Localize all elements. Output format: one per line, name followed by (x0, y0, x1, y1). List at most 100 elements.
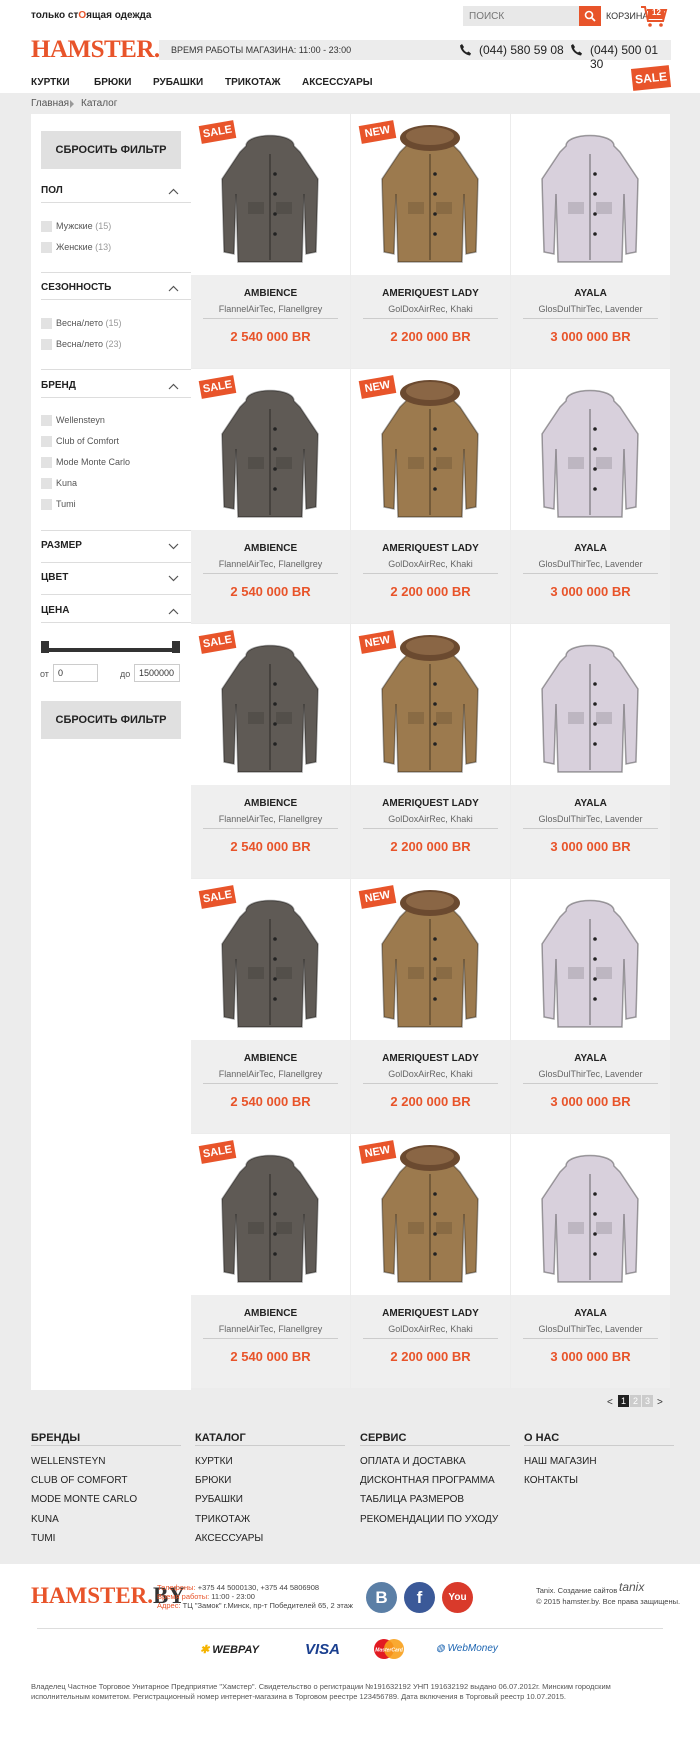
footer-link[interactable]: MODE MONTE CARLO (31, 1494, 137, 1505)
footer-link[interactable]: TUMI (31, 1533, 55, 1544)
price-slider-max-handle[interactable] (172, 641, 180, 653)
product-image-area[interactable] (511, 1134, 670, 1295)
footer-link[interactable]: WELLENSTEYN (31, 1456, 105, 1467)
product-image-area[interactable]: SALE (191, 624, 350, 785)
product-image-area[interactable]: SALE (191, 114, 350, 275)
product-name[interactable]: AMERIQUEST LADY (351, 798, 510, 809)
product-name[interactable]: AMERIQUEST LADY (351, 543, 510, 554)
tanix-logo[interactable]: tanix (619, 1580, 644, 1594)
checkbox[interactable] (41, 415, 52, 426)
jacket-image[interactable] (538, 124, 643, 269)
breadcrumb-home[interactable]: Главная (31, 98, 69, 109)
jacket-image[interactable] (218, 124, 323, 269)
product-card[interactable]: AYALA GlosDulThirTec, Lavender 3 000 000 B… (511, 114, 670, 368)
price-slider-track[interactable] (43, 648, 179, 652)
product-name[interactable]: AYALA (511, 543, 670, 554)
product-card[interactable]: NEW AMERIQUEST LADY GolDoxAirRec, Khaki 2 2… (351, 369, 510, 623)
pagination-prev[interactable]: < (607, 1397, 613, 1408)
product-image-area[interactable]: NEW (351, 1134, 510, 1295)
nav-item-jackets[interactable]: КУРТКИ (31, 77, 70, 88)
phone-1[interactable]: (044) 580 59 08 (460, 43, 564, 57)
price-from-input[interactable] (53, 664, 98, 682)
nav-item-knitwear[interactable]: ТРИКОТАЖ (225, 77, 281, 88)
jacket-image[interactable] (218, 889, 323, 1034)
jacket-image[interactable] (218, 634, 323, 779)
jacket-image[interactable] (538, 379, 643, 524)
product-card[interactable]: AYALA GlosDulThirTec, Lavender 3 000 000 B… (511, 1134, 670, 1388)
checkbox[interactable] (41, 318, 52, 329)
product-name[interactable]: AMERIQUEST LADY (351, 288, 510, 299)
search-button[interactable] (579, 6, 601, 26)
jacket-image[interactable] (378, 1144, 483, 1289)
footer-link[interactable]: ОПЛАТА И ДОСТАВКА (360, 1456, 466, 1467)
product-name[interactable]: AMBIENCE (191, 1308, 350, 1319)
product-name[interactable]: AYALA (511, 798, 670, 809)
product-image-area[interactable]: NEW (351, 369, 510, 530)
pagination-page-1[interactable]: 1 (618, 1395, 629, 1407)
footer-link[interactable]: РЕКОМЕНДАЦИИ ПО УХОДУ (360, 1514, 498, 1525)
footer-link[interactable]: АКСЕССУАРЫ (195, 1533, 263, 1544)
product-card[interactable]: AYALA GlosDulThirTec, Lavender 3 000 000 B… (511, 624, 670, 878)
footer-link[interactable]: РУБАШКИ (195, 1494, 243, 1505)
jacket-image[interactable] (378, 124, 483, 269)
checkbox[interactable] (41, 242, 52, 253)
filter-size-header[interactable]: РАЗМЕР (41, 540, 181, 560)
product-card[interactable]: AYALA GlosDulThirTec, Lavender 3 000 000 B… (511, 369, 670, 623)
footer-link[interactable]: КОНТАКТЫ (524, 1475, 578, 1486)
checkbox[interactable] (41, 339, 52, 350)
product-name[interactable]: AMERIQUEST LADY (351, 1308, 510, 1319)
jacket-image[interactable] (218, 379, 323, 524)
product-image-area[interactable]: NEW (351, 624, 510, 785)
nav-item-trousers[interactable]: БРЮКИ (94, 77, 131, 88)
jacket-image[interactable] (218, 1144, 323, 1289)
footer-link[interactable]: НАШ МАГАЗИН (524, 1456, 597, 1467)
reset-filter-button-bottom[interactable]: СБРОСИТЬ ФИЛЬТР (41, 701, 181, 739)
product-card[interactable]: SALE AMBIENCE FlannelAirTec, Flanellgrey 2 … (191, 879, 350, 1133)
product-image-area[interactable]: NEW (351, 114, 510, 275)
checkbox[interactable] (41, 499, 52, 510)
product-card[interactable]: NEW AMERIQUEST LADY GolDoxAirRec, Khaki 2 2… (351, 1134, 510, 1388)
product-card[interactable]: AYALA GlosDulThirTec, Lavender 3 000 000 B… (511, 879, 670, 1133)
product-image-area[interactable] (511, 369, 670, 530)
price-slider-min-handle[interactable] (41, 641, 49, 653)
product-name[interactable]: AMBIENCE (191, 543, 350, 554)
product-image-area[interactable]: SALE (191, 369, 350, 530)
product-image-area[interactable]: SALE (191, 879, 350, 1040)
product-image-area[interactable] (511, 114, 670, 275)
product-image-area[interactable] (511, 879, 670, 1040)
product-name[interactable]: AMBIENCE (191, 798, 350, 809)
product-card[interactable]: SALE AMBIENCE FlannelAirTec, Flanellgrey 2 … (191, 114, 350, 368)
price-to-input[interactable] (134, 664, 180, 682)
product-name[interactable]: AMBIENCE (191, 1053, 350, 1064)
filter-color-header[interactable]: ЦВЕТ (41, 572, 181, 592)
product-image-area[interactable] (511, 624, 670, 785)
facebook-icon[interactable]: f (404, 1582, 435, 1613)
jacket-image[interactable] (538, 634, 643, 779)
checkbox[interactable] (41, 436, 52, 447)
nav-sale-tag[interactable]: SALE (630, 65, 672, 91)
product-card[interactable]: SALE AMBIENCE FlannelAirTec, Flanellgrey 2 … (191, 624, 350, 878)
product-name[interactable]: AYALA (511, 1053, 670, 1064)
nav-item-shirts[interactable]: РУБАШКИ (153, 77, 203, 88)
footer-link[interactable]: ДИСКОНТНАЯ ПРОГРАММА (360, 1475, 495, 1486)
footer-link[interactable]: CLUB OF COMFORT (31, 1475, 127, 1486)
footer-link[interactable]: KUNA (31, 1514, 59, 1525)
product-card[interactable]: NEW AMERIQUEST LADY GolDoxAirRec, Khaki 2 2… (351, 879, 510, 1133)
jacket-image[interactable] (538, 889, 643, 1034)
product-card[interactable]: NEW AMERIQUEST LADY GolDoxAirRec, Khaki 2 2… (351, 114, 510, 368)
footer-link[interactable]: ТРИКОТАЖ (195, 1514, 250, 1525)
product-name[interactable]: AYALA (511, 1308, 670, 1319)
footer-link[interactable]: КУРТКИ (195, 1456, 233, 1467)
product-name[interactable]: AYALA (511, 288, 670, 299)
jacket-image[interactable] (378, 889, 483, 1034)
credit-line[interactable]: Tanix. Создание сайтов (536, 1586, 617, 1595)
pagination-page-2[interactable]: 2 (630, 1395, 641, 1407)
jacket-image[interactable] (378, 634, 483, 779)
reset-filter-button-top[interactable]: СБРОСИТЬ ФИЛЬТР (41, 131, 181, 169)
product-image-area[interactable]: SALE (191, 1134, 350, 1295)
product-image-area[interactable]: NEW (351, 879, 510, 1040)
checkbox[interactable] (41, 478, 52, 489)
vk-icon[interactable]: B (366, 1582, 397, 1613)
nav-item-accessories[interactable]: АКСЕССУАРЫ (302, 77, 373, 88)
footer-link[interactable]: ТАБЛИЦА РАЗМЕРОВ (360, 1494, 464, 1505)
